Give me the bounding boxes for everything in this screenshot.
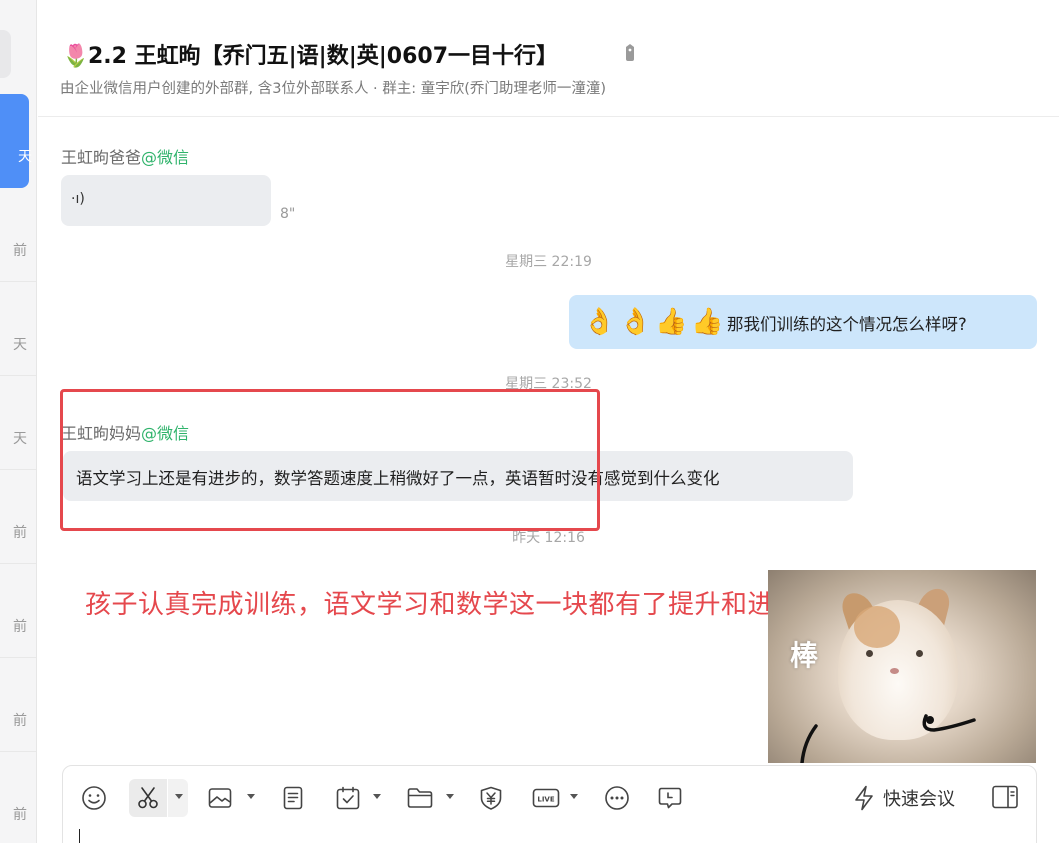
live-label: LIVE: [537, 796, 554, 804]
ok-hand-emoji: 👌: [619, 307, 652, 337]
my-message[interactable]: 👌 👌 👍 👍 那我们训练的这个情况怎么样呀?: [569, 295, 1037, 349]
conversation-item[interactable]: 天: [0, 282, 36, 376]
thumbs-up-emoji: 👍: [655, 307, 688, 337]
conversation-time: 前: [13, 619, 27, 635]
message-list: 王虹昫爸爸@微信 ·ı) 8" 星期三 22:19 👌 👌 👍 👍 那我们训练的…: [38, 118, 1059, 763]
annotation-text: 孩子认真完成训练，语文学习和数学这一块都有了提升和进步: [85, 590, 801, 620]
chat-header: 🌷2.2 王虹昫【乔门五|语|数|英|0607一目十行】 由企业微信用户创建的外…: [38, 0, 1059, 117]
conversation-list: 天 前 天 天 前 前 前 前: [0, 0, 37, 843]
thumbs-up-emoji: 👍: [691, 307, 724, 337]
more-icon: [605, 786, 629, 810]
conversation-time: 前: [13, 807, 27, 823]
folder-button[interactable]: [401, 779, 439, 817]
voice-wave-icon: ·ı): [71, 191, 85, 207]
image-button[interactable]: [201, 779, 239, 817]
schedule-button[interactable]: [329, 779, 367, 817]
conversation-time: 前: [13, 525, 27, 541]
chat-bubble-icon: [658, 787, 682, 809]
group-subtitle: 由企业微信用户创建的外部群, 含3位外部联系人 · 群主: 童宇欣(乔门助理老师…: [60, 81, 607, 97]
conversation-time: 天: [13, 431, 27, 447]
chevron-down-icon[interactable]: [570, 794, 578, 799]
lightning-icon: [855, 785, 873, 811]
voice-duration: 8": [280, 206, 296, 222]
tulip-icon: 🌷: [62, 44, 90, 69]
quick-meeting-button[interactable]: 快速会议: [853, 784, 955, 812]
conversation-item[interactable]: 前: [0, 564, 36, 658]
tag-icon[interactable]: [624, 44, 636, 61]
conversation-item[interactable]: 前: [0, 470, 36, 564]
emoji-button[interactable]: [75, 779, 113, 817]
message-text: 那我们训练的这个情况怎么样呀?: [727, 315, 967, 334]
image-icon: [208, 788, 232, 808]
emoji-row: 👌 👌 👍 👍: [583, 306, 725, 338]
sticker-doodle: [800, 714, 976, 763]
more-button[interactable]: [598, 779, 636, 817]
conversation-item[interactable]: 前: [0, 658, 36, 752]
live-button[interactable]: LIVE: [527, 779, 565, 817]
sender-name: 王虹昫爸爸: [61, 148, 142, 167]
highlight-box: [60, 389, 600, 531]
quick-meeting-label: 快速会议: [883, 789, 955, 810]
timestamp: 星期三 22:19: [505, 254, 592, 270]
conversation-item[interactable]: 天: [0, 376, 36, 470]
sender-source: @微信: [141, 148, 190, 167]
live-icon: LIVE: [532, 788, 560, 808]
chat-record-button[interactable]: [651, 779, 689, 817]
calendar-check-icon: [336, 786, 360, 810]
document-icon: [283, 786, 303, 810]
conversation-time: 前: [13, 243, 27, 259]
payment-button[interactable]: [472, 779, 510, 817]
conversation-item[interactable]: 前: [0, 752, 36, 843]
folder-icon: [407, 788, 433, 808]
voice-message[interactable]: ·ı): [61, 175, 271, 226]
text-input-cursor[interactable]: [79, 829, 80, 843]
message-sender: 王虹昫爸爸@微信: [61, 144, 189, 168]
message-composer: LIVE 快速会议: [62, 765, 1037, 843]
emoji-icon: [82, 786, 106, 810]
chevron-down-icon[interactable]: [446, 794, 454, 799]
sidebar-toggle-icon[interactable]: [991, 784, 1019, 810]
document-button[interactable]: [274, 779, 312, 817]
conversation-time: 前: [13, 713, 27, 729]
screenshot-button[interactable]: [129, 779, 167, 817]
conversation-item-active[interactable]: 天: [0, 94, 32, 188]
search-box[interactable]: [0, 30, 11, 78]
conversation-time: 天: [18, 149, 32, 165]
group-name: 2.2 王虹昫【乔门五|语|数|英|0607一目十行】: [88, 44, 559, 69]
chevron-down-icon[interactable]: [247, 794, 255, 799]
conversation-time: 天: [13, 337, 27, 353]
chevron-down-icon[interactable]: [175, 794, 183, 799]
conversation-item[interactable]: 前: [0, 188, 36, 282]
scissors-icon: [138, 787, 158, 809]
ok-hand-emoji: 👌: [583, 307, 616, 337]
yuan-icon: [480, 786, 502, 810]
group-title[interactable]: 🌷2.2 王虹昫【乔门五|语|数|英|0607一目十行】: [62, 38, 558, 70]
chevron-down-icon[interactable]: [373, 794, 381, 799]
cat-sticker[interactable]: 棒: [768, 570, 1036, 763]
